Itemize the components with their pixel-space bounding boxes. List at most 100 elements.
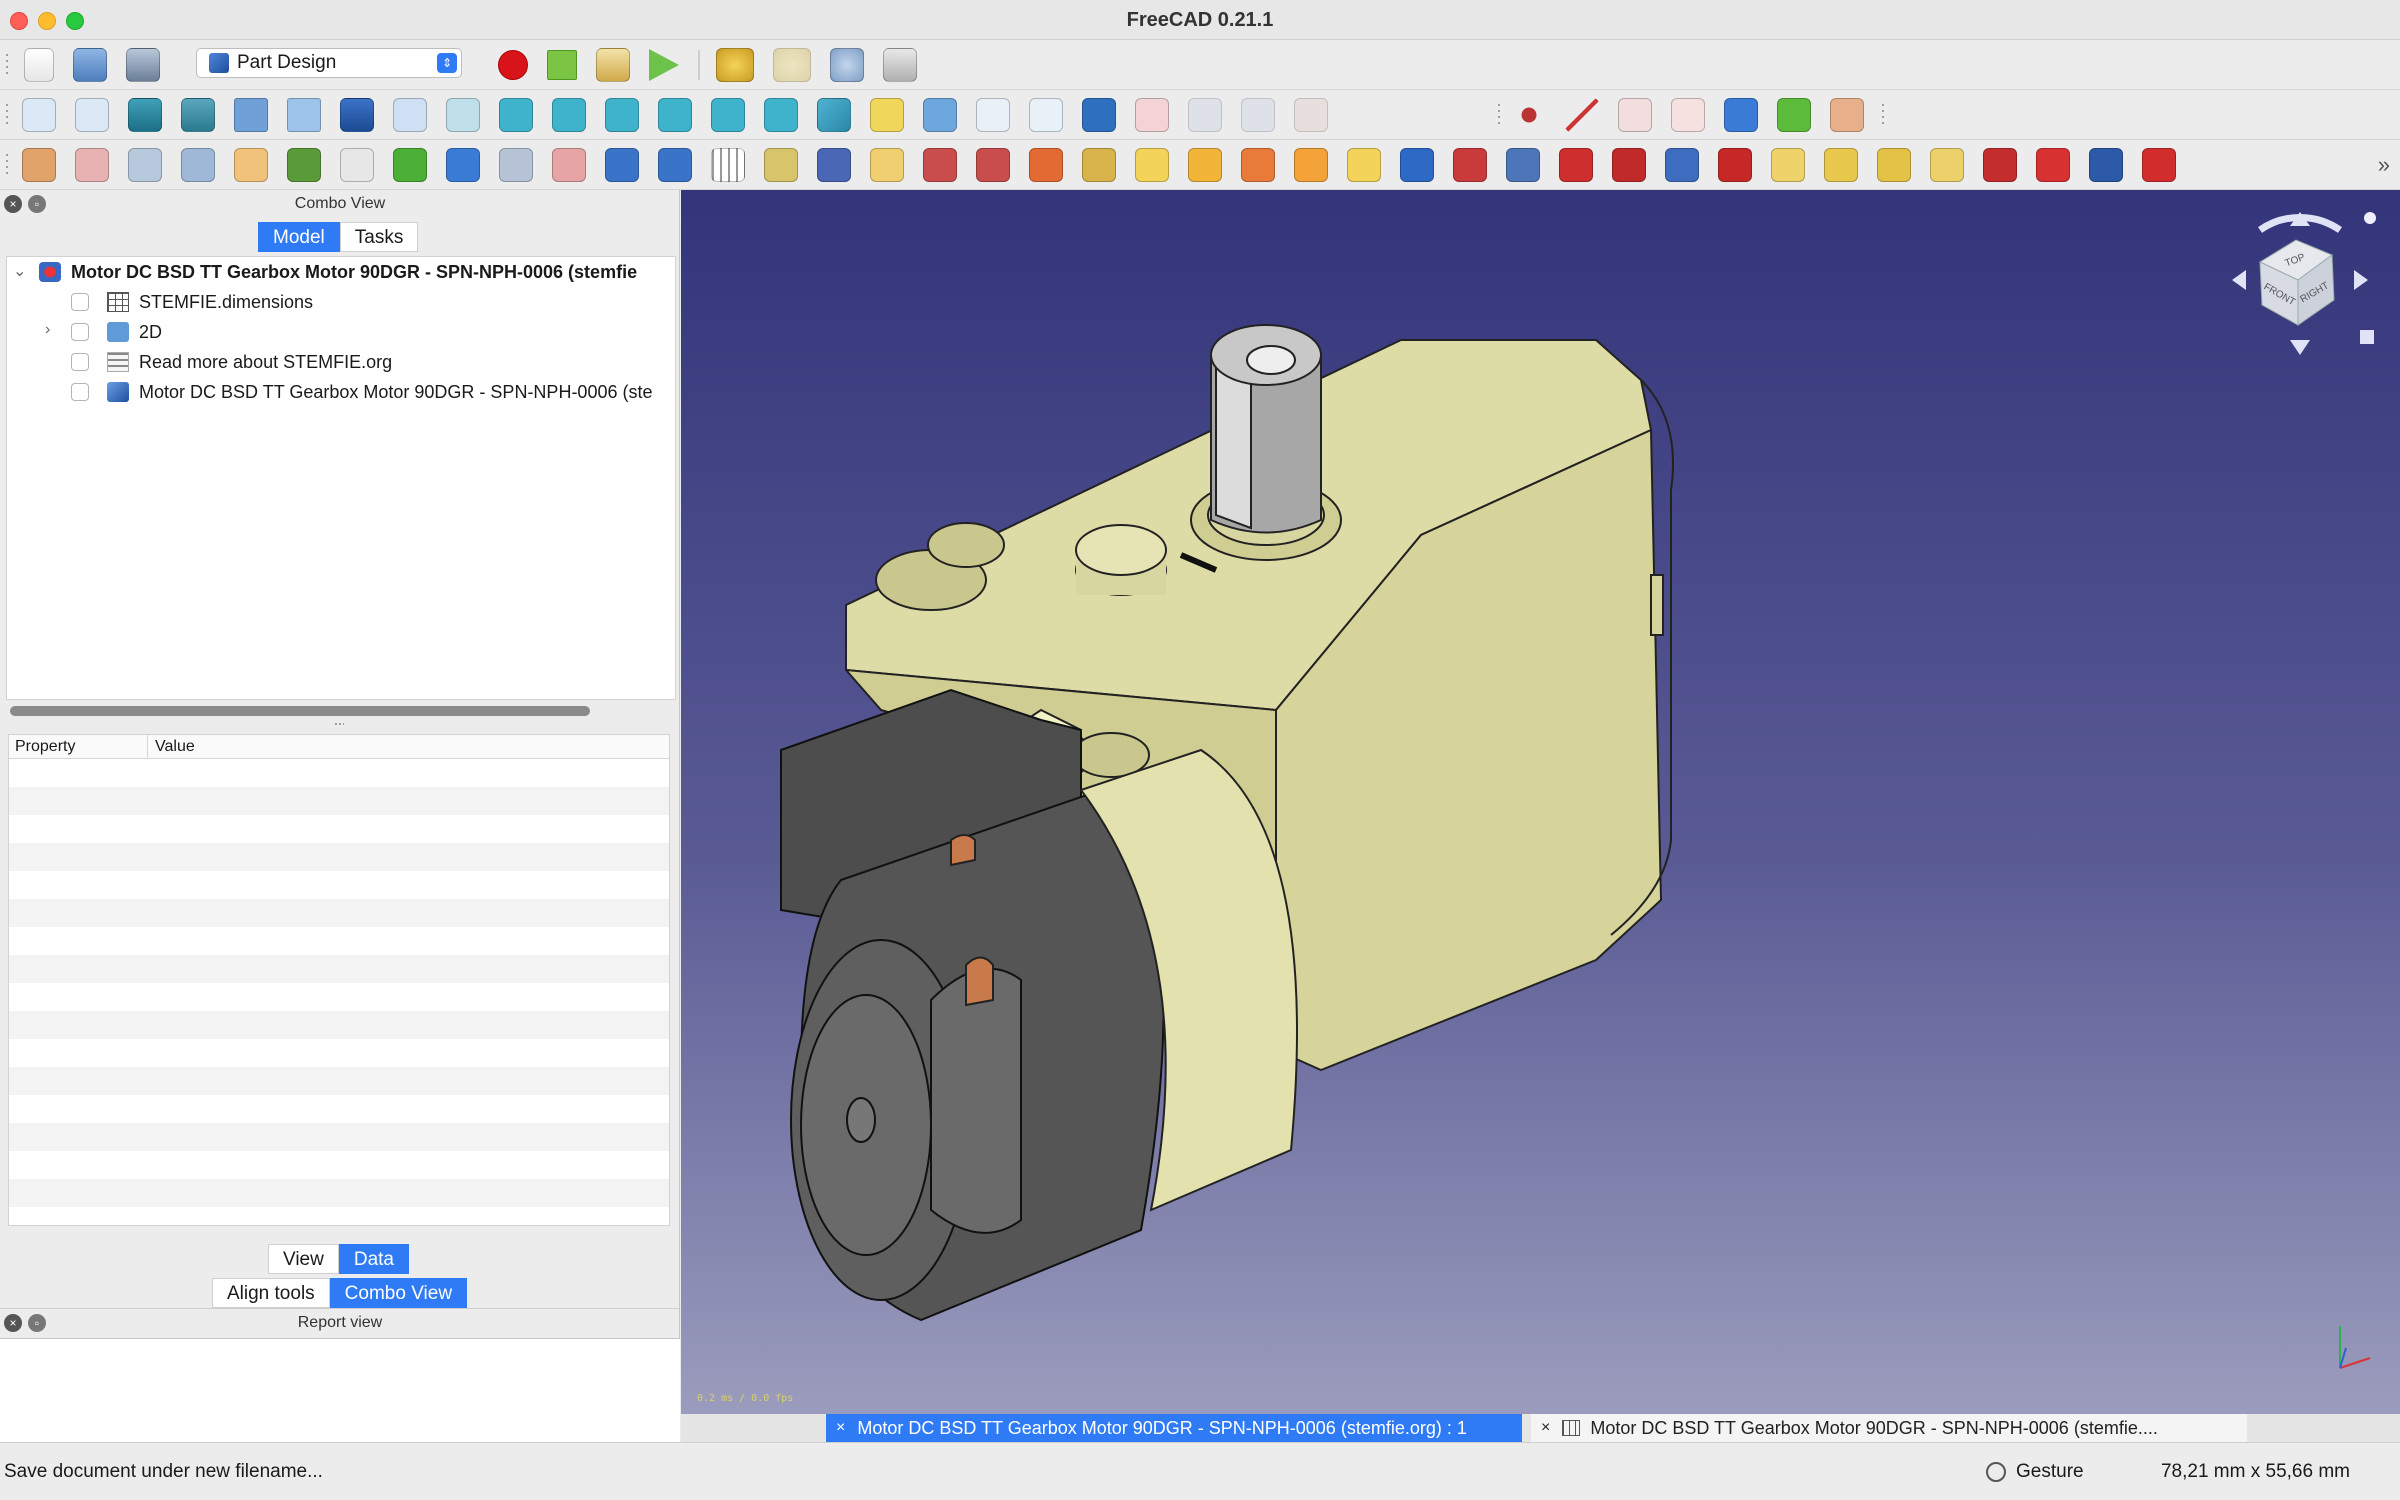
sub-shape-icon[interactable] (1777, 98, 1811, 132)
additive-sphere-icon[interactable] (1294, 148, 1328, 182)
tab-data[interactable]: Data (338, 1244, 409, 1274)
sub-shape-binder-icon[interactable] (1241, 98, 1275, 132)
view-top-icon[interactable] (552, 98, 586, 132)
shapebinder-icon[interactable] (1135, 98, 1169, 132)
macro-run-icon[interactable] (649, 49, 679, 81)
view-bottom-icon[interactable] (711, 98, 745, 132)
right-arrow-icon[interactable] (2354, 270, 2368, 290)
clone-body-icon[interactable] (1830, 98, 1864, 132)
additive-primitive-icon[interactable] (1347, 148, 1381, 182)
sync-view-icon[interactable] (340, 98, 374, 132)
subtractive-helix-icon[interactable] (1665, 148, 1699, 182)
fit-selection-icon[interactable] (75, 98, 109, 132)
local-cs-icon[interactable] (1671, 98, 1705, 132)
additive-helix-icon[interactable] (1188, 148, 1222, 182)
visibility-checkbox[interactable] (71, 383, 89, 401)
revolution-icon[interactable] (870, 148, 904, 182)
merge-sketches-icon[interactable] (234, 148, 268, 182)
link-actions-icon[interactable] (1029, 98, 1063, 132)
pocket-icon[interactable] (817, 148, 851, 182)
fit-all-icon[interactable] (22, 98, 56, 132)
subtractive-primitive-icon[interactable] (1718, 148, 1752, 182)
draft-icon[interactable] (2089, 148, 2123, 182)
tab-tasks[interactable]: Tasks (339, 222, 419, 252)
document-tab-spreadsheet[interactable]: × Motor DC BSD TT Gearbox Motor 90DGR - … (1531, 1414, 2247, 1442)
multi-transform-icon[interactable] (1930, 148, 1964, 182)
additive-box-icon[interactable] (1135, 148, 1169, 182)
additive-cylinder-icon[interactable] (1241, 148, 1275, 182)
datum-plane-icon[interactable] (1618, 98, 1652, 132)
toolbar-grip[interactable] (4, 52, 10, 78)
group-icon[interactable] (923, 98, 957, 132)
fix-icon[interactable] (552, 148, 586, 182)
thickness-icon[interactable] (2142, 148, 2176, 182)
whats-this-icon[interactable] (883, 48, 917, 82)
shape-binder-icon[interactable] (1724, 98, 1758, 132)
forward-arrow-icon[interactable] (287, 98, 321, 132)
link-icon[interactable] (976, 98, 1010, 132)
macro-stop-icon[interactable] (547, 50, 577, 80)
splitter-handle[interactable] (334, 722, 344, 726)
tree-item-2d[interactable]: › 2D (7, 317, 675, 347)
navigation-style[interactable]: Gesture (1986, 1461, 2084, 1483)
view-right-icon[interactable] (605, 98, 639, 132)
tree-item-readme[interactable]: Read more about STEMFIE.org (7, 347, 675, 377)
subtractive-groove-icon[interactable] (1506, 148, 1540, 182)
split-icon[interactable] (340, 148, 374, 182)
redo-icon[interactable] (773, 48, 811, 82)
grid-icon[interactable] (711, 148, 745, 182)
figure-icon[interactable] (499, 148, 533, 182)
close-icon[interactable]: × (836, 1419, 845, 1437)
toolbar-grip[interactable] (1496, 102, 1502, 128)
datum-point-icon[interactable] (1512, 98, 1546, 132)
loft-icon[interactable] (1029, 148, 1063, 182)
workbench-selector[interactable]: Part Design ⇕ (196, 48, 462, 78)
tree-item-document[interactable]: ⌄ Motor DC BSD TT Gearbox Motor 90DGR - … (7, 257, 675, 287)
chamfer-icon[interactable] (2036, 148, 2070, 182)
nav-cube-mini-icon[interactable] (2360, 330, 2374, 344)
measure-icon[interactable] (817, 98, 851, 132)
bounding-box-icon[interactable] (181, 98, 215, 132)
check-geometry-icon[interactable] (1294, 98, 1328, 132)
tab-model[interactable]: Model (258, 222, 340, 252)
fillet-icon[interactable] (1983, 148, 2017, 182)
macro-edit-icon[interactable] (596, 48, 630, 82)
clone-icon[interactable] (1188, 98, 1222, 132)
tree-item-spreadsheet[interactable]: STEMFIE.dimensions (7, 287, 675, 317)
part-icon[interactable] (870, 98, 904, 132)
subtractive-pipe-icon[interactable] (1612, 148, 1646, 182)
tree-item-body[interactable]: Motor DC BSD TT Gearbox Motor 90DGR - SP… (7, 377, 675, 407)
groove-icon[interactable] (923, 148, 957, 182)
map-sketch-icon[interactable] (128, 148, 162, 182)
std-views-icon[interactable] (393, 98, 427, 132)
chevron-down-icon[interactable]: ⌄ (13, 261, 26, 281)
chevron-right-icon[interactable]: › (45, 321, 50, 339)
view-rear-icon[interactable] (658, 98, 692, 132)
visibility-checkbox[interactable] (71, 293, 89, 311)
left-arrow-icon[interactable] (2232, 270, 2246, 290)
mirrored-icon[interactable] (1771, 148, 1805, 182)
visibility-checkbox[interactable] (71, 353, 89, 371)
visibility-checkbox[interactable] (71, 323, 89, 341)
navigation-cube[interactable]: TOP FRONT RIGHT (2220, 200, 2380, 360)
back-arrow-icon[interactable] (234, 98, 268, 132)
report-view-output[interactable] (0, 1338, 680, 1442)
linear-pattern-icon[interactable] (1824, 148, 1858, 182)
arrow-down-icon[interactable] (605, 148, 639, 182)
tree-horizontal-scrollbar[interactable] (10, 706, 590, 716)
tab-combo-view[interactable]: Combo View (329, 1278, 468, 1308)
mirror-sketch-icon[interactable] (287, 148, 321, 182)
datum-line-icon[interactable] (1565, 98, 1599, 132)
undo-icon[interactable] (716, 48, 754, 82)
toolbar-grip[interactable] (1880, 102, 1886, 128)
hole-icon[interactable] (976, 148, 1010, 182)
view-front-icon[interactable] (499, 98, 533, 132)
toolbar-overflow-icon[interactable]: » (2378, 152, 2390, 178)
save-document-icon[interactable] (126, 48, 160, 82)
toolbar-grip[interactable] (4, 152, 10, 178)
new-document-icon[interactable] (24, 48, 54, 82)
create-sketch-icon[interactable] (22, 148, 56, 182)
subtractive-loft-icon[interactable] (1559, 148, 1593, 182)
arrow-up-icon[interactable] (658, 148, 692, 182)
column-divider[interactable] (147, 735, 148, 759)
